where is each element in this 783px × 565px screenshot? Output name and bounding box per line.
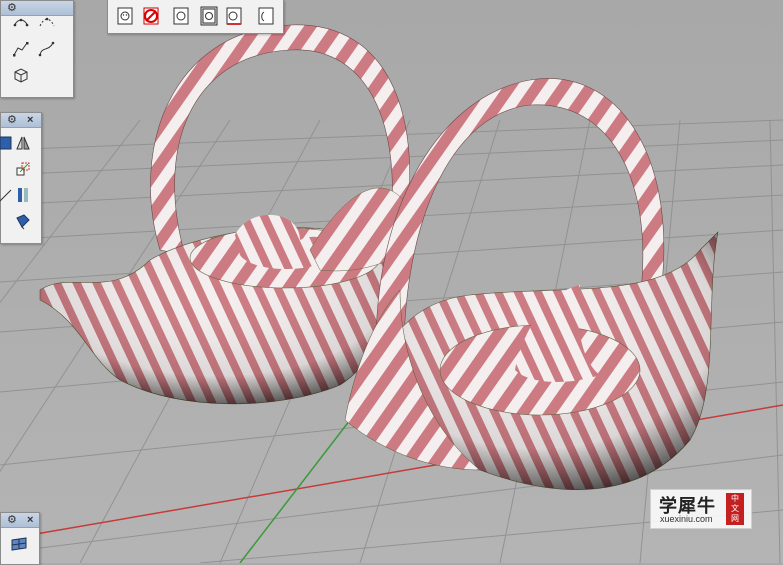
face-front-boxed-icon[interactable] [198,4,220,28]
transform-tools-panel: ⚙ × [0,112,42,244]
plane-grid-icon[interactable] [9,533,29,553]
scale-icon[interactable] [13,159,33,179]
diagonal-icon[interactable] [0,185,15,205]
extrude-icon[interactable] [13,211,33,231]
face-front-icon[interactable] [170,4,192,28]
close-icon[interactable]: × [27,513,33,527]
split-icon[interactable] [13,185,33,205]
mirror-icon[interactable] [13,133,33,153]
face-view-icon[interactable] [114,4,136,28]
arc-dots-icon[interactable] [37,13,57,33]
badge-char: 中 [731,494,739,503]
panel-header: ⚙ × [1,513,39,528]
3d-viewport[interactable] [0,0,783,563]
face-view-no-icon[interactable] [140,4,162,28]
watermark-badge: 中 文 网 [726,493,744,525]
view-toolbar [107,0,284,34]
watermark-url: xuexiniu.com [660,514,713,524]
curve-edit-icon[interactable] [37,39,57,59]
polyline-icon[interactable] [11,39,31,59]
gear-icon[interactable]: ⚙ [7,113,17,127]
close-icon[interactable]: × [27,113,33,127]
face-side-icon[interactable] [223,4,245,28]
panel-header: ⚙ × [1,113,41,128]
badge-char: 网 [731,514,739,523]
plane-tools-panel: ⚙ × [0,512,40,565]
box-icon[interactable] [11,65,31,85]
badge-char: 文 [731,504,739,513]
gear-icon[interactable]: ⚙ [7,513,17,527]
face-shadow-icon[interactable] [255,4,277,28]
curve-dots-icon[interactable] [11,13,31,33]
watermark-logo: 学犀牛 xuexiniu.com 中 文 网 [650,489,752,529]
curve-tools-panel: ⚙ [0,0,74,98]
